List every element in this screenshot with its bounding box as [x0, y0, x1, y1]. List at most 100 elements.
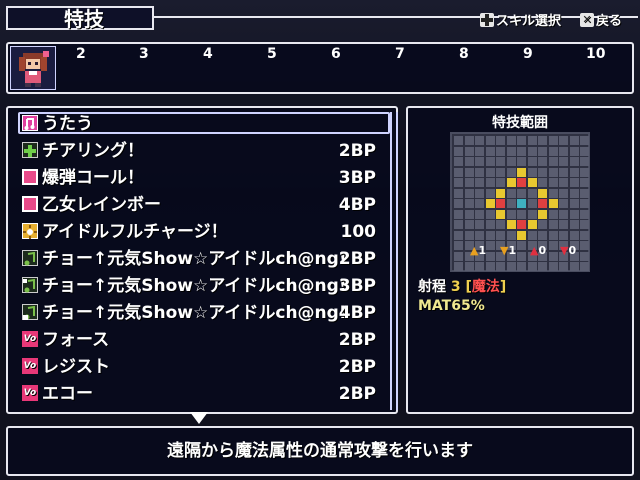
range-cell	[506, 178, 516, 187]
range-cell	[517, 241, 526, 250]
range-cell	[454, 262, 463, 271]
range-cell	[517, 230, 526, 240]
party-slot-10[interactable]: 10	[586, 46, 605, 62]
range-type-close: ]	[499, 279, 507, 295]
party-slot-5[interactable]: 5	[267, 46, 277, 62]
scrollbar[interactable]	[390, 112, 398, 410]
range-cell	[527, 157, 537, 166]
range-cell	[548, 188, 558, 198]
range-cell	[527, 220, 537, 229]
range-cell	[580, 262, 589, 271]
skill-cost: 2BP	[338, 141, 376, 161]
range-cell	[569, 209, 579, 219]
range-cell	[548, 178, 558, 187]
party-slot-3[interactable]: 3	[139, 46, 149, 62]
skill-item[interactable]: チョー↑元気Show☆アイドルch@ng! 2BP	[22, 247, 376, 271]
range-cell	[517, 188, 526, 198]
skill-item[interactable]: Vo エコー 2BP	[22, 382, 376, 406]
skill-item[interactable]: チョー↑元気Show☆アイドルch@ng! 4BP	[22, 301, 376, 325]
party-slot-2[interactable]: 2	[76, 46, 86, 62]
range-cell	[569, 178, 579, 187]
range-cell	[454, 157, 463, 166]
vo-icon: Vo	[22, 331, 38, 347]
skill-description: 遠隔から魔法属性の通常攻撃を行います	[167, 441, 473, 461]
description-panel: 遠隔から魔法属性の通常攻撃を行います	[6, 426, 634, 476]
skill-item[interactable]: 乙女レインボー 4BP	[22, 193, 376, 217]
range-cell	[454, 220, 463, 229]
skill-item[interactable]: Vo レジスト 2BP	[22, 355, 376, 379]
range-cell	[506, 199, 516, 208]
pink-square-icon	[22, 169, 38, 185]
range-cell	[517, 199, 526, 208]
range-cell	[485, 199, 495, 208]
range-cell	[464, 146, 474, 156]
range-title: 特技範囲	[492, 115, 548, 131]
target-ally-2: ▼1	[500, 244, 517, 257]
range-cell	[580, 157, 589, 166]
range-cell	[485, 251, 495, 261]
skill-item[interactable]: チアリング！ 2BP	[22, 139, 376, 163]
range-cell	[464, 188, 474, 198]
party-slot-6[interactable]: 6	[331, 46, 341, 62]
skill-name: レジスト	[42, 357, 110, 377]
range-cell	[464, 136, 474, 145]
music-note-icon	[22, 115, 38, 131]
range-cell	[559, 220, 568, 229]
range-cell	[527, 136, 537, 145]
party-slot-7[interactable]: 7	[395, 46, 405, 62]
skill-cost: 100	[340, 222, 377, 242]
range-cell	[548, 241, 558, 250]
range-cell	[454, 188, 463, 198]
skill-item[interactable]: チョー↑元気Show☆アイドルch@ng! 3BP	[22, 274, 376, 298]
range-cell	[464, 230, 474, 240]
skill-cost: 2BP	[338, 384, 376, 404]
party-slot-8[interactable]: 8	[459, 46, 469, 62]
range-cell	[559, 157, 568, 166]
range-cell	[485, 220, 495, 229]
character-avatar[interactable]	[10, 46, 56, 90]
range-cell	[517, 167, 526, 177]
range-cell	[559, 188, 568, 198]
page-title: 特技	[64, 7, 104, 31]
range-cell	[538, 230, 547, 240]
stat-info: MAT65%	[418, 298, 485, 314]
hint-back[interactable]: ✕ 戻る	[580, 10, 622, 29]
skill-name: エコー	[42, 384, 93, 404]
party-slot-9[interactable]: 9	[523, 46, 533, 62]
skill-name: チョー↑元気Show☆アイドルch@ng!	[42, 276, 347, 296]
range-cell	[559, 230, 568, 240]
target-ally-1: ▲1	[470, 244, 487, 257]
skill-cost: 2BP	[338, 330, 376, 350]
range-cell	[569, 262, 579, 271]
skill-item[interactable]: うたう	[22, 112, 376, 136]
range-cell	[580, 251, 589, 261]
party-slot-4[interactable]: 4	[203, 46, 213, 62]
range-cell	[569, 230, 579, 240]
skill-cost: 3BP	[338, 168, 376, 188]
range-cell	[538, 157, 547, 166]
hint-skill-select[interactable]: スキル選択	[480, 10, 561, 29]
x-button-icon: ✕	[580, 12, 594, 27]
range-cell	[580, 178, 589, 187]
scroll-down-arrow-icon	[190, 412, 208, 424]
skill-item[interactable]: Vo フォース 2BP	[22, 328, 376, 352]
skill-name: フォース	[42, 330, 110, 350]
skill-item[interactable]: 爆弾コール！ 3BP	[22, 166, 376, 190]
range-cell	[464, 157, 474, 166]
range-cell	[527, 167, 537, 177]
range-cell	[527, 209, 537, 219]
range-cell	[496, 136, 505, 145]
skill-name: チアリング！	[42, 141, 144, 161]
target-enemy-1: ▲0	[530, 244, 547, 257]
skill-item[interactable]: アイドルフルチャージ！ 100	[22, 220, 376, 244]
note-icon-2	[22, 277, 38, 293]
range-cell	[496, 230, 505, 240]
range-cell	[580, 199, 589, 208]
range-cell	[538, 136, 547, 145]
skill-name: チョー↑元気Show☆アイドルch@ng!	[42, 249, 347, 269]
skill-list: うたう チアリング！ 2BP 爆弾コール！ 3BP 乙女レインボー 4BP アイ…	[6, 106, 398, 414]
range-cell	[569, 188, 579, 198]
range-cell	[548, 136, 558, 145]
range-cell	[506, 146, 516, 156]
character-portrait-icon	[19, 51, 49, 87]
